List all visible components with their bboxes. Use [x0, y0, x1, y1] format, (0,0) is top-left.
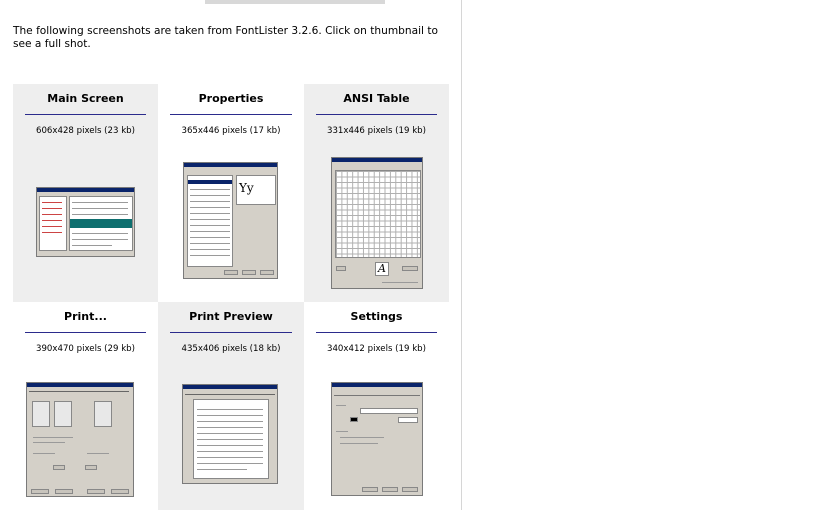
image-size: 331x446 pixels (19 kb)	[327, 126, 426, 136]
ansi-glyph-grid	[335, 170, 421, 258]
cell-title: Settings	[350, 310, 403, 323]
cell-title: Properties	[198, 92, 264, 105]
thumbnail-settings[interactable]	[331, 382, 423, 496]
thumbnail-print-preview[interactable]	[182, 384, 278, 484]
cell-print-preview: Print Preview 435x406 pixels (18 kb)	[158, 302, 304, 510]
cell-title: Main Screen	[47, 92, 124, 105]
cell-ansi-table: ANSI Table 331x446 pixels (19 kb) A	[304, 84, 449, 302]
title-underline	[316, 332, 437, 333]
image-size: 365x446 pixels (17 kb)	[181, 126, 281, 136]
image-size: 390x470 pixels (29 kb)	[36, 344, 135, 354]
thumbnail-ansi-table[interactable]: A	[331, 157, 423, 289]
title-underline	[25, 332, 146, 333]
ansi-sample-glyph: A	[378, 262, 386, 275]
cell-title: Print...	[64, 310, 107, 323]
thumbnail-properties[interactable]: Yy	[183, 162, 278, 279]
cell-title: ANSI Table	[343, 92, 410, 105]
image-size: 606x428 pixels (23 kb)	[36, 126, 135, 136]
cell-title: Print Preview	[189, 310, 273, 323]
cell-main-screen: Main Screen 606x428 pixels (23 kb)	[13, 84, 158, 302]
image-size: 340x412 pixels (19 kb)	[327, 344, 426, 354]
top-edge-bar	[205, 0, 385, 4]
title-underline	[170, 114, 292, 115]
thumbnail-print[interactable]	[26, 382, 134, 497]
screenshot-grid: Main Screen 606x428 pixels (23 kb) Prope…	[13, 84, 449, 510]
title-underline	[25, 114, 146, 115]
cell-settings: Settings 340x412 pixels (19 kb)	[304, 302, 449, 510]
thumbnail-main-screen[interactable]	[36, 187, 135, 257]
image-size: 435x406 pixels (18 kb)	[181, 344, 281, 354]
title-underline	[316, 114, 437, 115]
cell-print: Print... 390x470 pixels (29 kb)	[13, 302, 158, 510]
intro-text: The following screenshots are taken from…	[13, 25, 438, 50]
content-divider	[461, 0, 462, 510]
cell-properties: Properties 365x446 pixels (17 kb) Yy	[158, 84, 304, 302]
title-underline	[170, 332, 292, 333]
sample-glyph: Yy	[239, 181, 254, 195]
